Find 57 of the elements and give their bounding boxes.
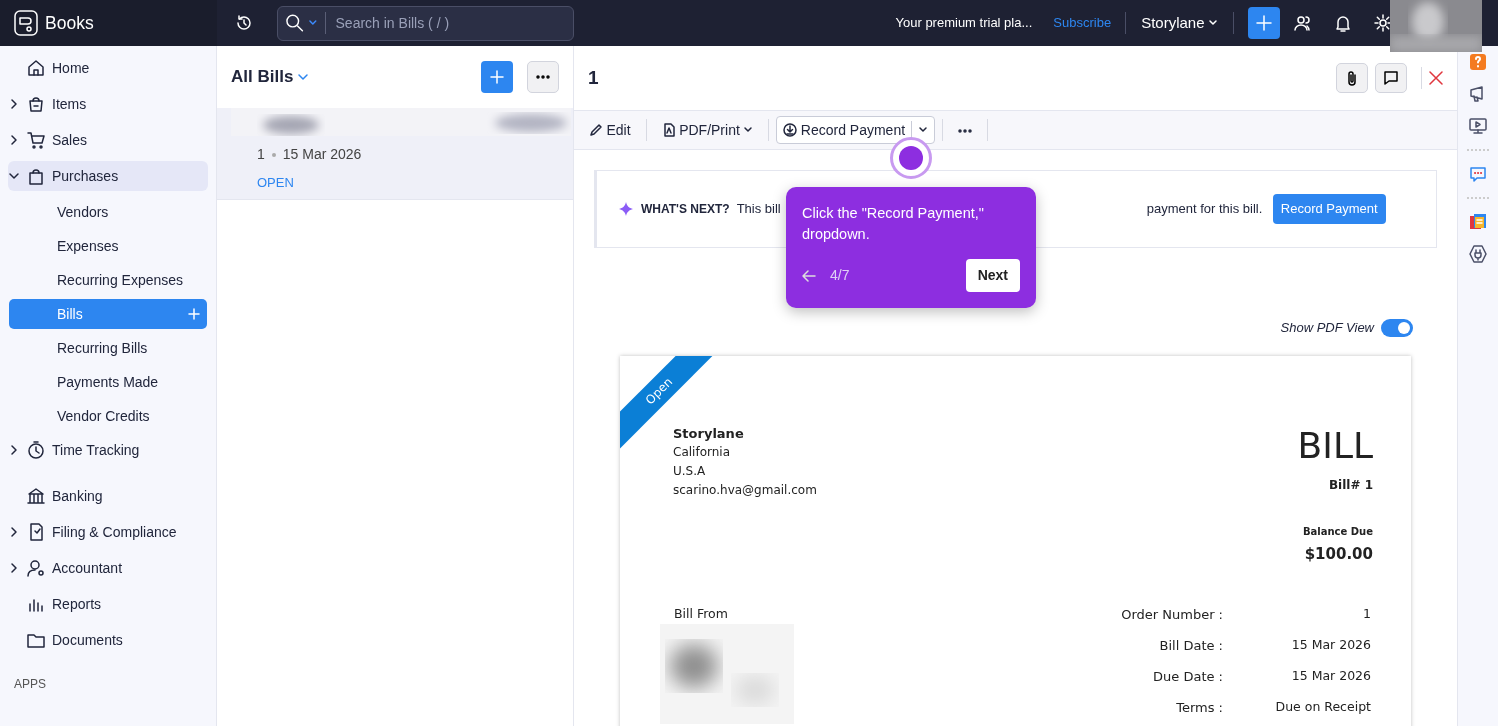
tooltip-text: Click the "Record Payment," dropdown. <box>802 204 985 244</box>
sidebar-subitem[interactable]: Recurring Expenses <box>9 265 207 295</box>
sidebar-subitem[interactable]: Expenses <box>9 231 207 261</box>
status-label: OPEN <box>256 174 295 192</box>
whats-next-label: WHAT'S NEXT? <box>641 201 730 218</box>
address-line: California <box>673 443 731 461</box>
field-value: 15 Mar 2026 <box>1290 636 1371 654</box>
sidebar-subitem[interactable]: Vendors <box>9 197 207 227</box>
trial-text: Your premium trial pla... <box>895 14 1033 33</box>
bill-row[interactable]: 1 15 Mar 2026 OPEN <box>217 108 573 200</box>
field-label: Due Date : <box>1152 668 1223 686</box>
field-label: Bill Date : <box>1158 637 1223 655</box>
address-line: scarino.hva@gmail.com <box>673 481 817 499</box>
company-name: Storylane <box>673 424 745 443</box>
sidebar-item[interactable]: Purchases <box>8 161 208 191</box>
field-value: 15 Mar 2026 <box>1290 667 1371 685</box>
sidebar-item[interactable]: Time Tracking <box>8 435 208 465</box>
step-counter: 4/7 <box>830 266 850 285</box>
sidebar-item[interactable]: Reports <box>8 589 208 619</box>
sidebar-subitem[interactable]: Bills <box>9 299 207 329</box>
search-box[interactable]: Search in Bills ( / ) <box>277 5 574 41</box>
bill-number: 1 <box>257 145 265 164</box>
sidebar-item[interactable]: Items <box>8 89 208 119</box>
bill-title: 1 <box>588 65 599 90</box>
sidebar-item[interactable]: Banking <box>8 481 208 511</box>
sidebar-subitem[interactable]: Payments Made <box>9 367 207 397</box>
edit-button[interactable]: Edit <box>581 115 639 145</box>
field-label: Terms : <box>1175 699 1223 717</box>
view-dropdown[interactable]: All Bills <box>231 64 309 90</box>
field-value: 1 <box>1362 605 1371 623</box>
pdf-print-button[interactable]: PDF/Print <box>653 115 762 145</box>
organization-dropdown[interactable]: Storylane <box>1133 7 1226 39</box>
sidebar-item[interactable]: Sales <box>8 125 208 155</box>
banner-text: This bill <box>736 200 781 219</box>
field-label: Order Number : <box>1120 606 1223 624</box>
field-value: Due on Receipt <box>1274 698 1371 716</box>
sidebar-item[interactable]: Documents <box>8 625 208 655</box>
document-heading: BILL <box>1297 425 1373 466</box>
sidebar-item[interactable]: Filing & Compliance <box>8 517 208 547</box>
section-label: APPS <box>13 676 47 693</box>
sidebar-item[interactable]: Accountant <box>8 553 208 583</box>
section-label: Bill From <box>673 605 729 623</box>
sidebar-subitem[interactable]: Vendor Credits <box>9 401 207 431</box>
address-line: U.S.A <box>673 462 707 480</box>
balance-label: Balance Due <box>1301 524 1373 539</box>
toggle-label: Show PDF View <box>1280 319 1374 337</box>
banner-text: payment for this bill. <box>1146 200 1263 219</box>
bill-number: Bill# 1 <box>1327 476 1373 494</box>
next-button[interactable]: Next <box>965 259 1020 292</box>
search-field[interactable]: Search in Bills ( / ) <box>333 11 566 35</box>
subscribe-link[interactable]: Subscribe <box>1053 13 1112 33</box>
balance-amount: $100.00 <box>1303 543 1373 565</box>
sidebar-item[interactable]: Home <box>8 53 208 83</box>
sidebar-subitem[interactable]: Recurring Bills <box>9 333 207 363</box>
record-payment-button[interactable]: Record Payment <box>1272 194 1386 224</box>
app-name: Books <box>45 11 94 35</box>
bill-date: 15 Mar 2026 <box>282 145 362 164</box>
